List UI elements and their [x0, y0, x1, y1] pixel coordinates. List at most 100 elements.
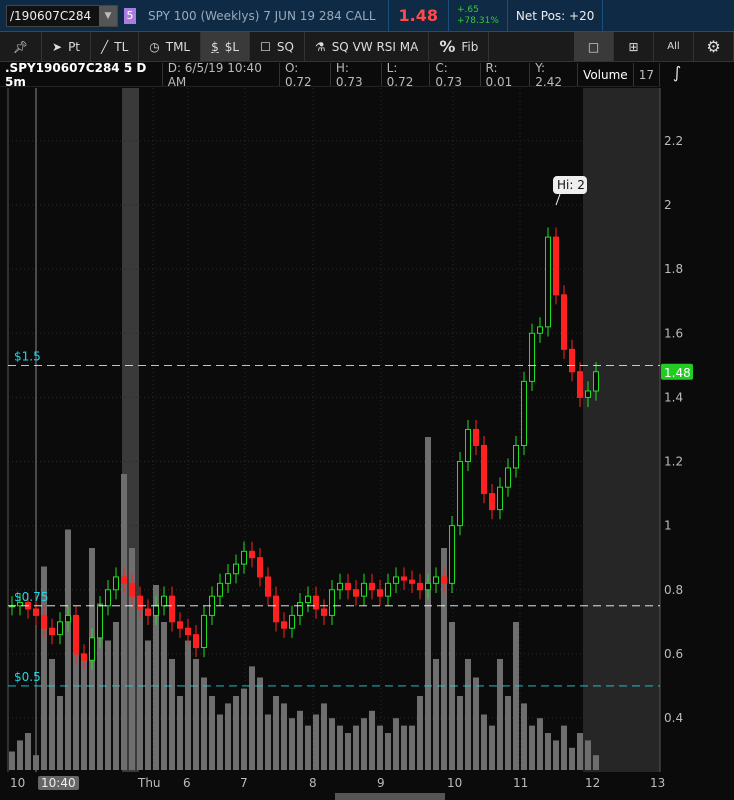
volume-bar — [17, 740, 23, 770]
volume-bar — [177, 696, 183, 770]
single-layout-button[interactable]: □ — [574, 32, 614, 61]
volume-bar — [353, 725, 359, 770]
link-badge[interactable]: 5 — [124, 7, 136, 24]
grid-layout-button[interactable]: ⊞ — [614, 32, 654, 61]
volume-bar — [273, 696, 279, 770]
y-tick-label: 1.4 — [664, 390, 683, 404]
volume-bar — [369, 710, 375, 770]
candle — [313, 595, 319, 610]
chevron-down-icon[interactable]: ▼ — [99, 5, 117, 26]
y-tick-label: 2.2 — [664, 134, 683, 148]
volume-bar — [569, 747, 575, 770]
point-tool-button[interactable]: ➤ Pt — [42, 32, 92, 61]
candle — [201, 614, 207, 648]
clock-icon: ◷ — [149, 39, 160, 54]
timeline-tool-button[interactable]: ◷ TML — [139, 32, 202, 61]
bar-low: L: 0.72 — [382, 61, 431, 89]
volume-label: Volume — [578, 63, 634, 86]
y-tick-label: 1.8 — [664, 262, 683, 276]
candle — [481, 444, 487, 495]
price-change: +.65 +78.31% — [449, 5, 507, 27]
volume-bar — [417, 696, 423, 770]
x-tick-label: 12 — [585, 776, 601, 790]
x-tick-label: 9 — [377, 776, 385, 790]
volume-bar — [505, 696, 511, 770]
candle — [377, 589, 383, 597]
volume-bar — [169, 659, 175, 770]
candle — [233, 563, 239, 575]
volume-bar — [233, 696, 239, 770]
candle — [505, 467, 511, 488]
x-tick-label: 11 — [513, 776, 529, 790]
all-button[interactable]: All — [654, 32, 694, 61]
line-icon: ╱ — [101, 39, 109, 54]
volume-bar — [361, 718, 367, 770]
volume-bar — [105, 640, 111, 770]
pin-button[interactable]: 📌︎ — [0, 32, 42, 61]
horizontal-scrollbar[interactable] — [335, 793, 445, 800]
candle — [473, 428, 479, 446]
drawing-toolbar: 📌︎ ➤ Pt ╱ TL ◷ TML $ $L ☐ SQ ⚗ SQ VW RSI MA % F… — [0, 32, 734, 62]
volume-bar — [65, 529, 71, 770]
candle — [153, 605, 159, 616]
y-tick-label: 0.4 — [664, 711, 683, 725]
candle — [281, 621, 287, 629]
change-value: +.65 — [457, 4, 479, 15]
volume-bar — [249, 666, 255, 770]
high-bubble-label: Hi: 2 — [557, 178, 585, 192]
volume-bar — [473, 677, 479, 770]
studies-button[interactable]: ⚗ SQ VW RSI MA — [305, 32, 430, 61]
volume-bar — [529, 725, 535, 770]
x-tick-label: 10 — [10, 776, 26, 790]
square-icon: ☐ — [260, 39, 271, 54]
volume-bar — [297, 710, 303, 770]
grid-icon: ⊞ — [628, 39, 639, 54]
y-tick-label: 2 — [664, 198, 672, 212]
square-tool-button[interactable]: ☐ SQ — [250, 32, 305, 61]
volume-bar — [409, 725, 415, 770]
expansion-area — [583, 88, 660, 772]
candle — [433, 576, 439, 584]
candle — [425, 582, 431, 591]
fibonacci-tool-button[interactable]: % Fib — [429, 32, 490, 61]
volume-bar — [185, 640, 191, 770]
volume-bar — [161, 622, 167, 770]
candle — [305, 595, 311, 604]
volume-bar — [145, 640, 151, 770]
trendline-tool-button[interactable]: ╱ TL — [91, 32, 140, 61]
candle — [353, 589, 359, 597]
volume-bar — [449, 622, 455, 770]
chart-symbol[interactable]: .SPY190607C284 5 D 5m — [0, 61, 163, 89]
candle — [385, 582, 391, 597]
candle — [81, 653, 87, 661]
volume-bar — [425, 437, 431, 770]
price-level-tool-button[interactable]: $ $L — [201, 32, 251, 61]
price-level-label: $1.5 — [14, 349, 41, 363]
volume-bar — [313, 714, 319, 770]
candle — [441, 576, 447, 584]
candle — [89, 637, 95, 661]
candle — [113, 576, 119, 591]
volume-bar — [33, 755, 39, 770]
volume-bar — [489, 725, 495, 770]
candle — [177, 621, 183, 629]
candle — [193, 634, 199, 648]
volume-bar — [81, 659, 87, 770]
volume-bar — [345, 733, 351, 770]
candle — [577, 371, 583, 398]
percent-icon: % — [439, 37, 456, 56]
bar-close: C: 0.73 — [430, 61, 481, 89]
candle — [321, 608, 327, 616]
volume-bar — [593, 755, 599, 770]
volume-bar — [401, 725, 407, 770]
volume-bar — [521, 703, 527, 770]
candle — [121, 576, 127, 584]
volume-value: 17 — [634, 63, 660, 86]
volume-bar — [377, 725, 383, 770]
gear-icon[interactable]: ⚙ — [694, 32, 734, 61]
symbol-selector[interactable]: /190607C284 ▼ — [6, 4, 118, 27]
candle — [529, 332, 535, 382]
style-curve-icon[interactable]: ∫ — [662, 63, 692, 87]
volume-bar — [545, 733, 551, 770]
price-chart[interactable]: $1.5 $0.75 $0.5 2.2 2 1.8 1.6 1.4 1.2 1 0.8 0.6 0.4 1… — [0, 88, 734, 772]
